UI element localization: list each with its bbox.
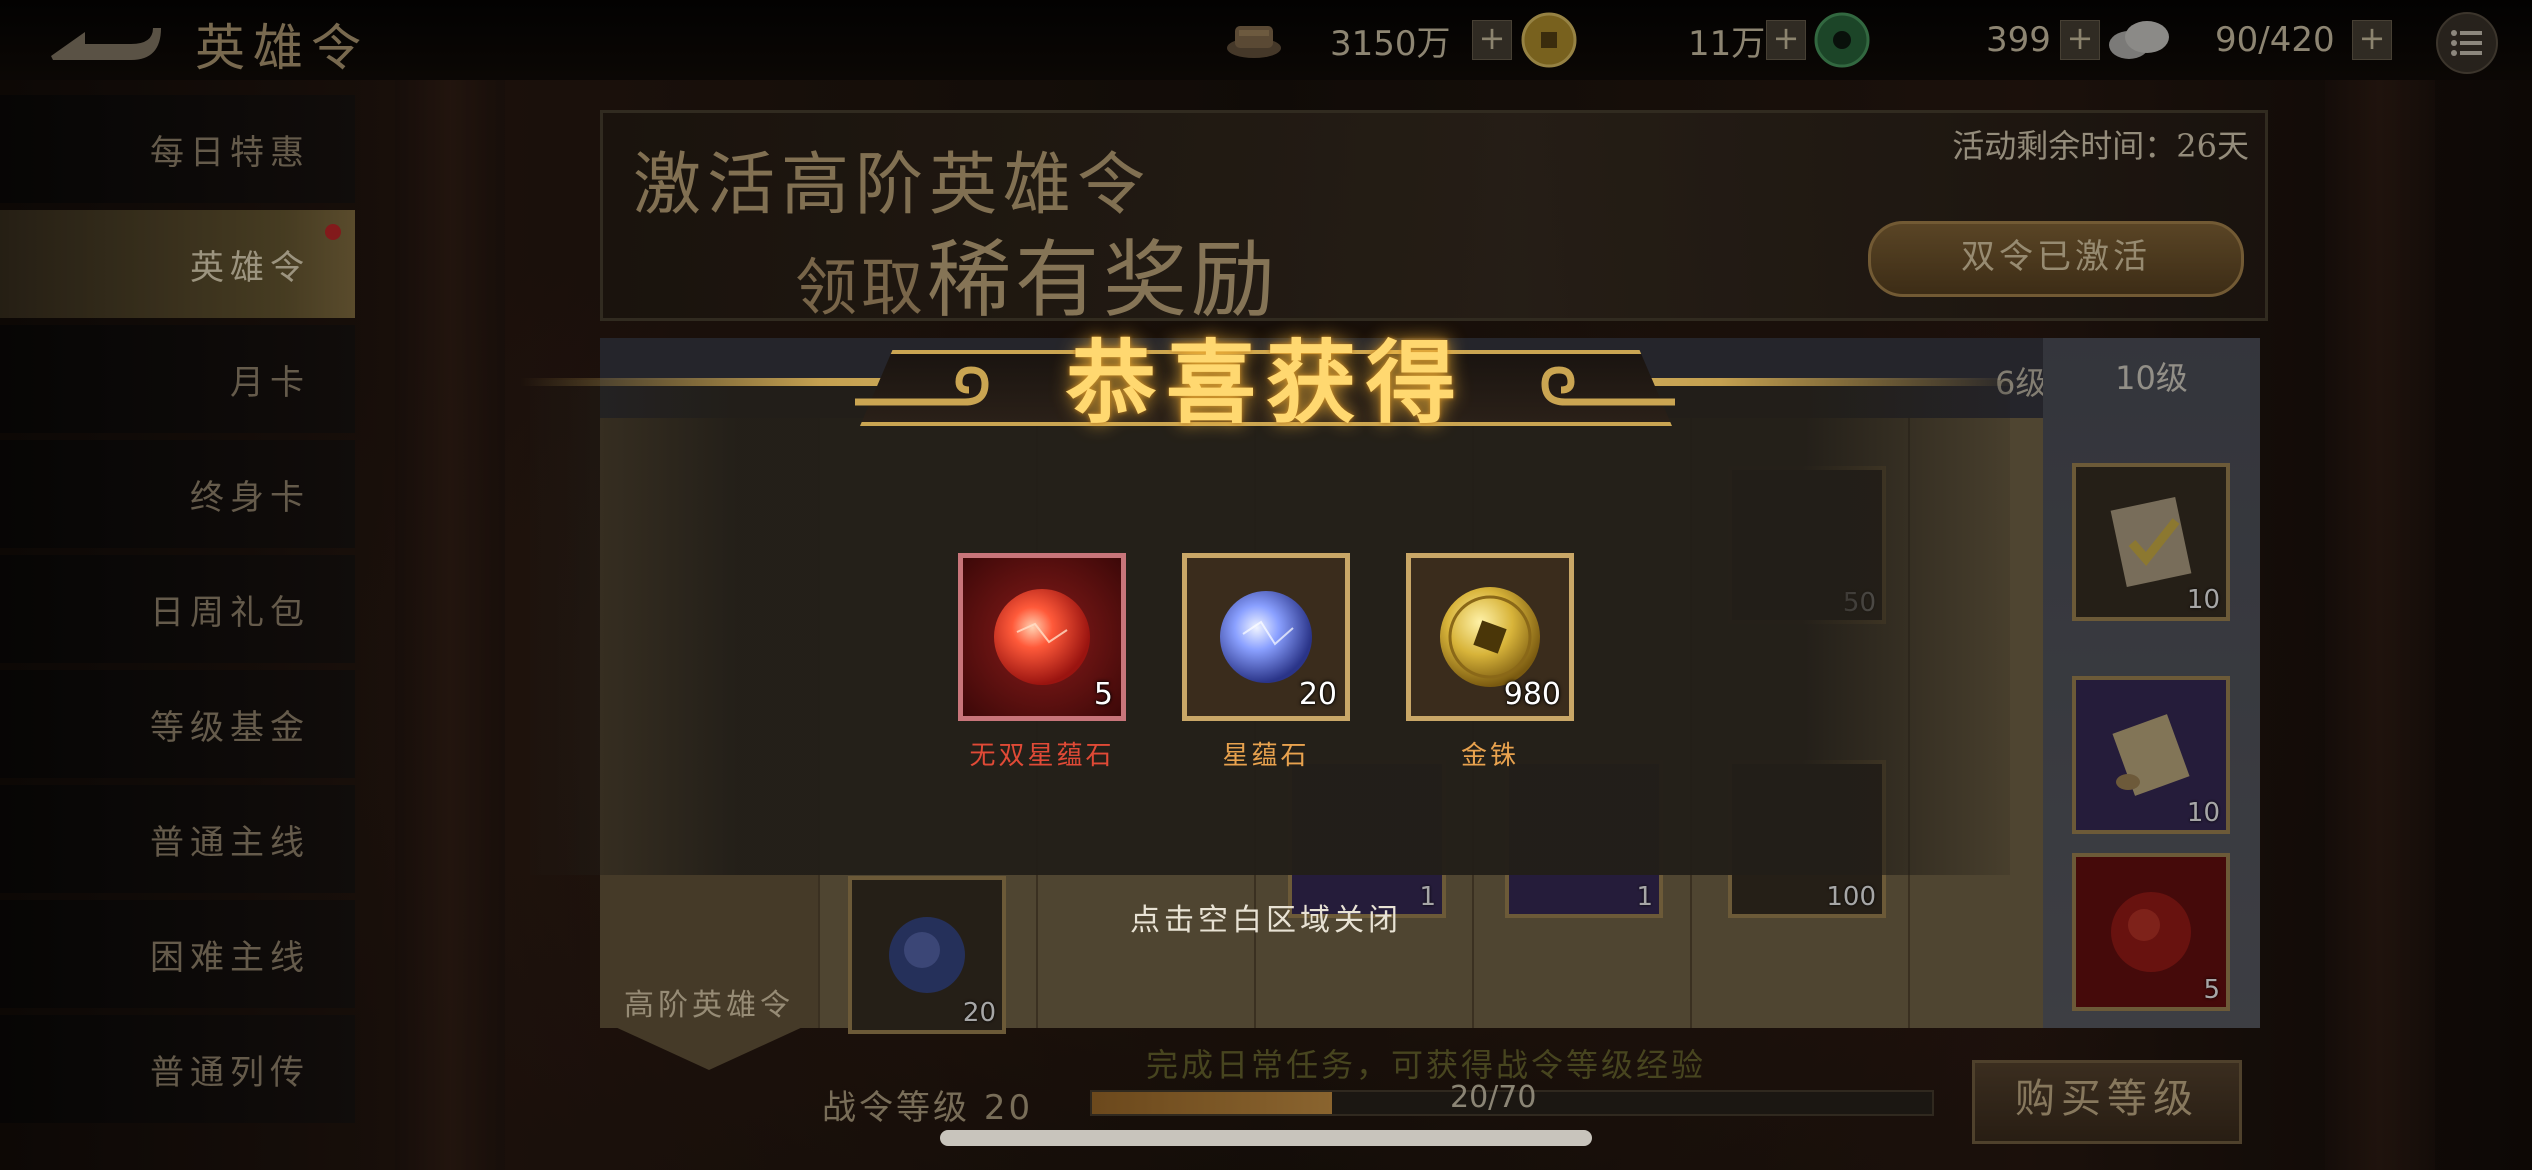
obtained-rewards: 5 无双星蕴石 20 星蕴石 980 金铢	[958, 553, 1574, 772]
home-indicator[interactable]	[940, 1130, 1592, 1146]
reward-frame: 20	[1182, 553, 1350, 721]
reward-item[interactable]: 5 无双星蕴石	[958, 553, 1126, 772]
reward-item[interactable]: 20 星蕴石	[1182, 553, 1350, 772]
reward-count: 20	[1298, 677, 1337, 712]
reward-count: 980	[1503, 677, 1561, 712]
reward-name: 金铢	[1460, 741, 1519, 771]
reward-frame: 5	[958, 553, 1126, 721]
red-star-orb-icon	[994, 589, 1090, 685]
close-hint: 点击空白区域关闭	[1130, 903, 1402, 938]
reward-count: 5	[1093, 677, 1113, 712]
reward-frame: 980	[1406, 553, 1574, 721]
modal-title: 恭喜获得	[1066, 330, 1466, 436]
reward-name: 无双星蕴石	[969, 741, 1115, 771]
reward-item[interactable]: 980 金铢	[1406, 553, 1574, 772]
reward-name: 星蕴石	[1222, 741, 1310, 771]
